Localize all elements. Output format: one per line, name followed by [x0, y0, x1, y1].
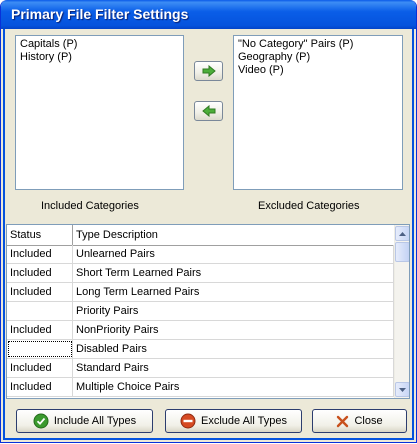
scroll-up-button[interactable] [395, 226, 409, 241]
exclude-all-label: Exclude All Types [200, 415, 287, 427]
list-item[interactable]: "No Category" Pairs (P) [238, 38, 398, 51]
type-grid[interactable]: Status Type Description Included Unlearn… [6, 224, 410, 399]
description-cell: Disabled Pairs [73, 340, 394, 358]
include-all-label: Include All Types [53, 415, 137, 427]
excluded-categories-label: Excluded Categories [258, 200, 360, 212]
table-row[interactable]: Included Long Term Learned Pairs [7, 283, 394, 302]
chevron-up-icon [399, 231, 406, 236]
description-cell: Priority Pairs [73, 302, 394, 320]
description-cell: NonPriority Pairs [73, 321, 394, 339]
table-row[interactable]: Included Unlearned Pairs [7, 245, 394, 264]
dialog-window: Primary File Filter Settings Capitals (P… [0, 0, 417, 443]
status-cell[interactable] [7, 302, 73, 320]
description-cell: Unlearned Pairs [73, 245, 394, 263]
title-bar[interactable]: Primary File Filter Settings [1, 0, 416, 29]
minus-circle-icon [180, 413, 196, 429]
column-header-description[interactable]: Type Description [73, 225, 394, 245]
status-cell[interactable]: Included [7, 359, 73, 377]
included-categories-list[interactable]: Capitals (P) History (P) [15, 35, 184, 190]
status-cell[interactable]: Included [7, 321, 73, 339]
scroll-thumb[interactable] [395, 242, 409, 262]
vertical-scrollbar[interactable] [394, 225, 409, 398]
description-cell: Standard Pairs [73, 359, 394, 377]
table-row[interactable]: Included Short Term Learned Pairs [7, 264, 394, 283]
close-label: Close [354, 415, 383, 427]
close-icon [336, 415, 349, 428]
status-cell[interactable]: Included [7, 283, 73, 301]
include-category-button[interactable] [194, 101, 223, 121]
list-item[interactable]: Video (P) [238, 64, 398, 77]
status-cell[interactable]: Included [7, 245, 73, 263]
arrow-left-icon [201, 105, 216, 117]
table-row[interactable]: Included Multiple Choice Pairs [7, 378, 394, 397]
exclude-all-types-button[interactable]: Exclude All Types [165, 409, 302, 433]
column-header-status[interactable]: Status [7, 225, 73, 245]
table-row[interactable]: Included NonPriority Pairs [7, 321, 394, 340]
grid-header: Status Type Description [7, 225, 394, 246]
chevron-down-icon [399, 387, 406, 392]
include-all-types-button[interactable]: Include All Types [16, 409, 153, 433]
excluded-categories-list[interactable]: "No Category" Pairs (P) Geography (P) Vi… [233, 35, 403, 190]
table-row[interactable]: Priority Pairs [7, 302, 394, 321]
description-cell: Short Term Learned Pairs [73, 264, 394, 282]
status-cell[interactable] [7, 340, 73, 358]
exclude-category-button[interactable] [194, 61, 223, 81]
list-item[interactable]: History (P) [20, 51, 179, 64]
scroll-down-button[interactable] [395, 382, 409, 397]
table-row[interactable]: Disabled Pairs [7, 340, 394, 359]
window-title: Primary File Filter Settings [11, 6, 189, 22]
close-button[interactable]: Close [312, 409, 407, 433]
status-cell[interactable]: Included [7, 378, 73, 396]
description-cell: Long Term Learned Pairs [73, 283, 394, 301]
description-cell: Multiple Choice Pairs [73, 378, 394, 396]
list-item[interactable]: Geography (P) [238, 51, 398, 64]
list-item[interactable]: Capitals (P) [20, 38, 179, 51]
arrow-right-icon [202, 65, 216, 77]
check-circle-icon [33, 413, 49, 429]
included-categories-label: Included Categories [41, 200, 139, 212]
table-row[interactable]: Included Standard Pairs [7, 359, 394, 378]
status-cell[interactable]: Included [7, 264, 73, 282]
